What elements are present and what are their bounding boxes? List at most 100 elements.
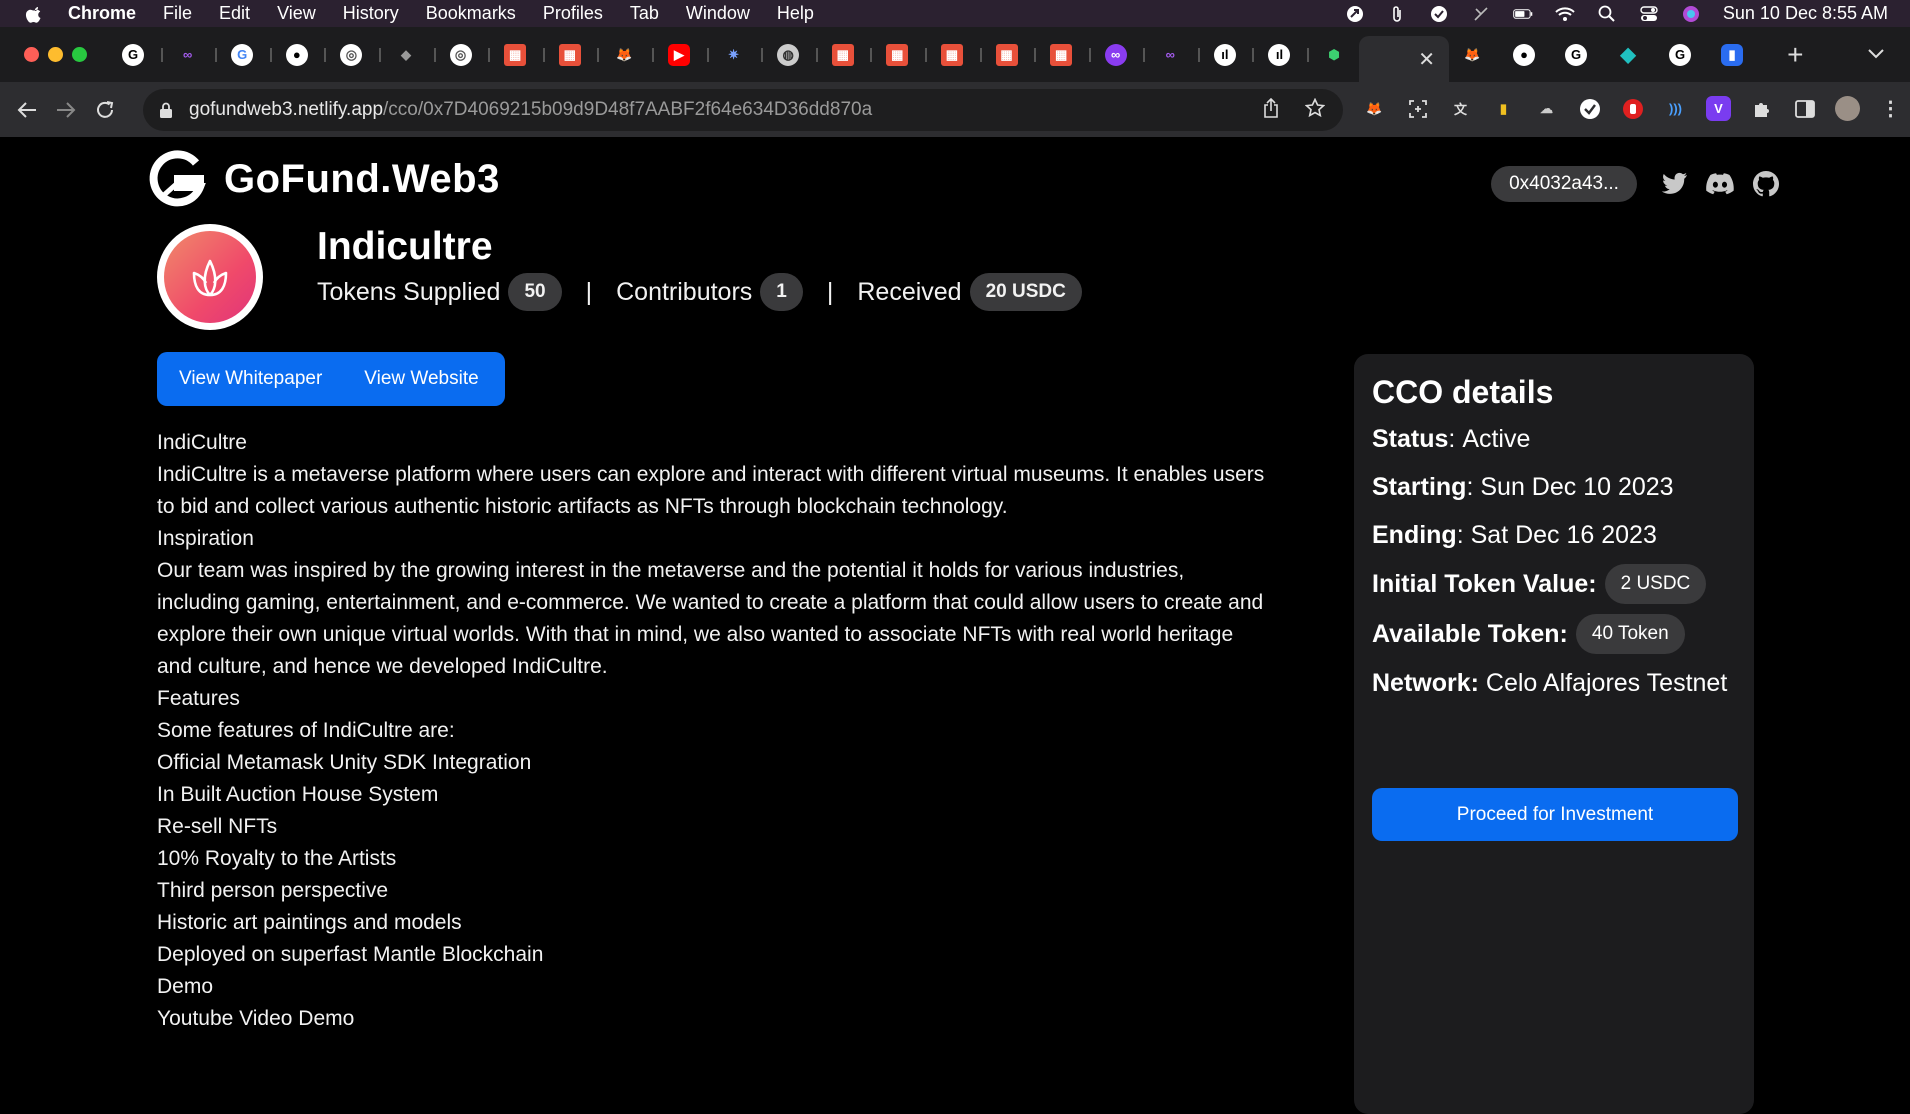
tab-chrome-dev[interactable]: ◎	[340, 27, 395, 82]
github-icon[interactable]	[1752, 170, 1780, 198]
cloud-extension-icon[interactable]: ☁	[1534, 96, 1559, 121]
url-text[interactable]: gofundweb3.netlify.app/cco/0x7D4069215b0…	[189, 99, 872, 121]
paperclip-icon[interactable]	[1387, 5, 1407, 23]
status-value: Active	[1462, 425, 1531, 453]
tab-green-cube[interactable]: ⬢	[1323, 27, 1359, 82]
menu-tab[interactable]: Tab	[630, 3, 659, 24]
highlighter-extension-icon[interactable]: ▮	[1491, 96, 1516, 121]
grid-favicon-icon: ▦	[504, 43, 527, 66]
tab-github-2[interactable]: ●	[1513, 27, 1565, 82]
proceed-for-investment-button[interactable]: Proceed for Investment	[1372, 788, 1738, 841]
close-window-button[interactable]	[24, 47, 39, 62]
back-arrow-icon[interactable]	[15, 98, 39, 122]
share-icon[interactable]	[1263, 97, 1279, 123]
profile-avatar[interactable]	[1835, 96, 1860, 121]
kebab-menu-icon[interactable]: ⋮	[1878, 96, 1903, 121]
tab-grid-app-7[interactable]: ▦	[1050, 27, 1105, 82]
tab-grid-app-6[interactable]: ▦	[995, 27, 1051, 82]
starting-value: Sun Dec 10 2023	[1480, 473, 1674, 501]
menu-help[interactable]: Help	[777, 3, 814, 24]
puzzle-extensions-icon[interactable]	[1749, 96, 1774, 121]
tab-metamask[interactable]: 🦊	[613, 27, 668, 82]
grid-favicon-icon: ▦	[558, 43, 581, 66]
menu-profiles[interactable]: Profiles	[543, 3, 603, 24]
siri-icon[interactable]	[1681, 5, 1701, 23]
tab-grid-app[interactable]: ▦	[504, 27, 559, 82]
tab-active-gofund[interactable]: ✕	[1359, 36, 1450, 82]
tab-gofund[interactable]: G	[122, 27, 177, 82]
rocket-tray-icon[interactable]	[1345, 5, 1365, 23]
slash-tray-icon[interactable]	[1471, 5, 1491, 23]
checkmark-tray-icon[interactable]	[1429, 5, 1449, 23]
menu-view[interactable]: View	[277, 3, 316, 24]
screenshot-extension-icon[interactable]	[1405, 96, 1430, 121]
tokens-supplied-badge: 50	[508, 273, 562, 311]
audio-extension-icon[interactable]: )))	[1663, 96, 1688, 121]
tab-google[interactable]: G	[231, 27, 286, 82]
feature-item: Official Metamask Unity SDK Integration	[157, 751, 532, 774]
spotlight-search-icon[interactable]	[1597, 5, 1617, 23]
menu-history[interactable]: History	[343, 3, 399, 24]
tab-metamask-2[interactable]: 🦊	[1461, 27, 1513, 82]
lock-icon[interactable]	[159, 102, 173, 118]
tab-grid-app-2[interactable]: ▦	[558, 27, 614, 82]
battery-icon[interactable]	[1513, 5, 1533, 23]
menu-file[interactable]: File	[163, 3, 192, 24]
demo-link[interactable]: Youtube Video Demo	[157, 1003, 1267, 1035]
tab-github[interactable]: ●	[285, 27, 341, 82]
tab-purple-link[interactable]: ∞	[1104, 27, 1160, 82]
tab-grid-app-4[interactable]: ▦	[886, 27, 941, 82]
zoom-window-button[interactable]	[72, 47, 87, 62]
metamask-favicon-icon: 🦊	[616, 46, 633, 62]
initial-token-value-badge: 2 USDC	[1604, 564, 1707, 604]
tab-purple-link-2[interactable]: ∞	[1159, 27, 1214, 82]
grid-favicon-icon: ▦	[831, 43, 854, 66]
reload-icon[interactable]	[93, 98, 117, 122]
tab-chart-app[interactable]: ıl	[1213, 27, 1269, 82]
translate-extension-icon[interactable]: 文	[1448, 96, 1473, 121]
tab-vector-app[interactable]: ◆	[395, 27, 450, 82]
wifi-icon[interactable]	[1555, 5, 1575, 23]
view-whitepaper-button[interactable]: View Whitepaper	[179, 352, 322, 406]
tab-spark-app[interactable]: ✷	[723, 27, 778, 82]
menubar-clock[interactable]: Sun 10 Dec 8:55 AM	[1723, 3, 1888, 24]
new-tab-button[interactable]: +	[1787, 39, 1803, 71]
menu-edit[interactable]: Edit	[219, 3, 250, 24]
twitter-icon[interactable]	[1660, 170, 1688, 198]
tab-diamond-app[interactable]: ◆	[1617, 27, 1669, 82]
tab-grid-app-3[interactable]: ▦	[831, 27, 887, 82]
bookmark-star-icon[interactable]	[1304, 97, 1326, 123]
discord-icon[interactable]	[1706, 170, 1734, 198]
site-logo[interactable]: GoFund.Web3	[148, 149, 500, 209]
tab-grid-app-5[interactable]: ▦	[940, 27, 996, 82]
tab-chrome-dev-2[interactable]: ◎	[449, 27, 505, 82]
tab-gofund-2[interactable]: G	[1565, 27, 1617, 82]
tab-chart-app-2[interactable]: ıl	[1268, 27, 1323, 82]
wallet-address-button[interactable]: 0x4032a43...	[1491, 166, 1637, 202]
address-bar[interactable]: gofundweb3.netlify.app/cco/0x7D4069215b0…	[143, 89, 1343, 131]
menu-app-name[interactable]: Chrome	[68, 3, 136, 24]
metamask-extension-icon[interactable]: 🦊	[1362, 96, 1387, 121]
tab-globe[interactable]: ◍	[777, 27, 832, 82]
tab-gofund-3[interactable]: G	[1669, 27, 1721, 82]
tab-chainlink[interactable]: ∞	[177, 27, 232, 82]
grid-favicon-icon: ▦	[995, 43, 1018, 66]
starting-label: Starting	[1372, 473, 1467, 501]
tab-search-chevron-icon[interactable]	[1868, 46, 1884, 64]
apple-icon[interactable]	[24, 4, 44, 24]
menu-bookmarks[interactable]: Bookmarks	[426, 3, 516, 24]
adblock-extension-icon[interactable]	[1620, 96, 1645, 121]
chain-link-favicon-icon: ∞	[182, 47, 193, 62]
tab-youtube[interactable]: ▶	[667, 27, 723, 82]
tab-blue-app[interactable]: ▮	[1721, 27, 1773, 82]
forward-arrow-icon[interactable]	[54, 98, 78, 122]
control-center-icon[interactable]	[1639, 5, 1659, 23]
menu-window[interactable]: Window	[686, 3, 750, 24]
grammar-check-extension-icon[interactable]	[1577, 96, 1602, 121]
v-extension-icon[interactable]: V	[1706, 96, 1731, 121]
close-tab-icon[interactable]: ✕	[1418, 47, 1435, 72]
project-logo	[157, 224, 263, 330]
minimize-window-button[interactable]	[48, 47, 63, 62]
side-panel-icon[interactable]	[1792, 96, 1817, 121]
view-website-button[interactable]: View Website	[364, 352, 478, 406]
